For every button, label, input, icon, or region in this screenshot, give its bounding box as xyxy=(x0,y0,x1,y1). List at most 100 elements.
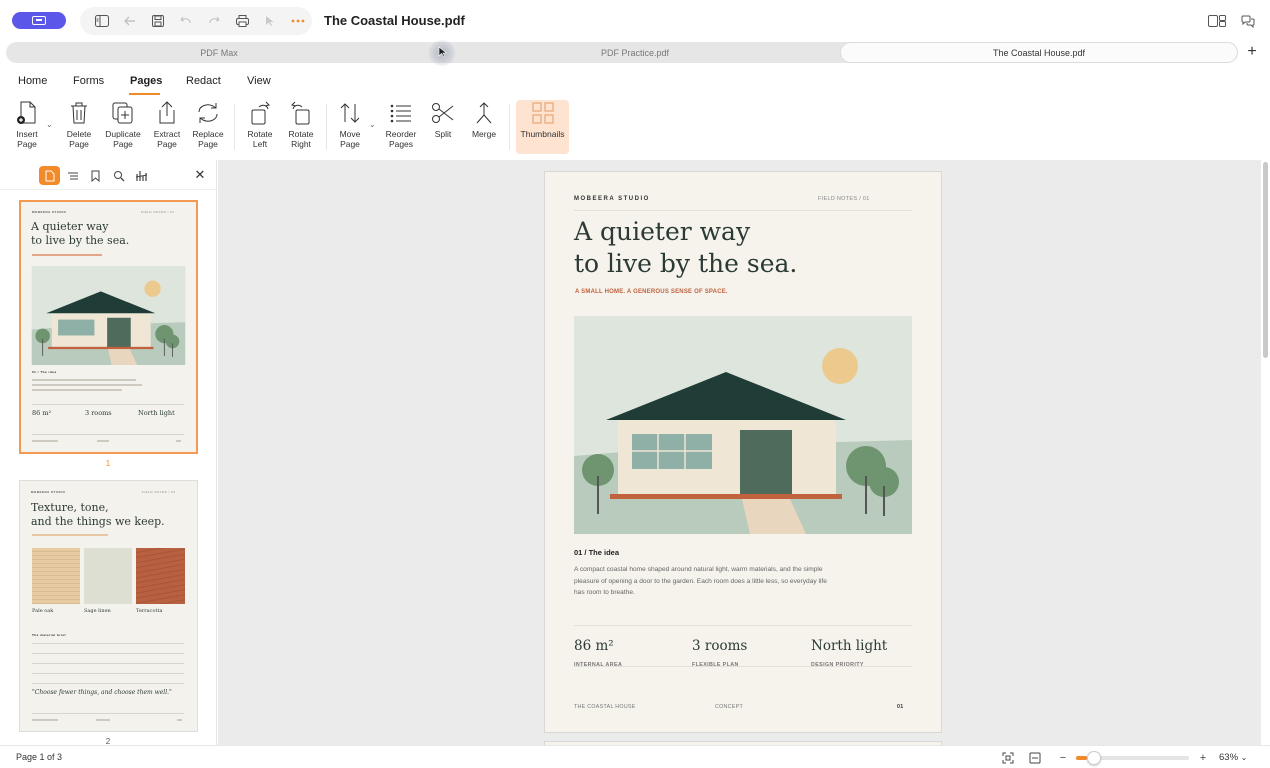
menu-view[interactable]: View xyxy=(247,75,271,87)
rotate-right-label: Rotate Right xyxy=(288,129,314,149)
thumb2-table-rule xyxy=(32,663,184,664)
thumb2-swatch-terracotta xyxy=(136,548,185,604)
document-viewport[interactable]: MOBEERA STUDIO FIELD NOTES / 01 A quiete… xyxy=(218,160,1261,745)
tab-pdf-max[interactable]: PDF Max xyxy=(6,42,432,63)
page-footer-left: THE COASTAL HOUSE xyxy=(574,704,636,710)
reorder-pages-button[interactable]: Reorder Pages xyxy=(384,98,418,149)
section-body: A compact coastal home shaped around nat… xyxy=(574,566,827,596)
pdf-page-1: MOBEERA STUDIO FIELD NOTES / 01 A quiete… xyxy=(544,171,942,733)
thumb1-body-line xyxy=(32,389,122,391)
menu-bar: Home Forms Pages Redact View xyxy=(0,68,1270,96)
rotate-right-button[interactable]: Rotate Right xyxy=(285,98,317,149)
fit-width-icon[interactable] xyxy=(1027,750,1043,765)
move-page-button[interactable]: Move Page xyxy=(334,98,366,149)
thumbnails-grid-icon xyxy=(528,98,558,128)
extract-page-button[interactable]: Extract Page xyxy=(151,98,183,149)
menu-redact[interactable]: Redact xyxy=(186,75,221,87)
duplicate-page-button[interactable]: Duplicate Page xyxy=(103,98,143,149)
zoom-slider-handle[interactable] xyxy=(1087,751,1102,765)
merge-icon xyxy=(469,98,499,128)
thumb2-title-line1: Texture, tone, xyxy=(31,501,109,514)
layout-switch-icon[interactable] xyxy=(1203,8,1231,34)
thumb1-body-line xyxy=(32,384,142,386)
stat-value: 3 rooms xyxy=(692,638,748,654)
delete-page-button[interactable]: Delete Page xyxy=(63,98,95,149)
split-button[interactable]: Split xyxy=(427,98,459,139)
ribbon-separator xyxy=(326,104,327,150)
page-indicator: Page 1 of 3 xyxy=(16,752,63,762)
menu-home[interactable]: Home xyxy=(18,75,47,87)
close-panel-icon[interactable]: ✕ xyxy=(192,167,208,183)
thumb2-footer-line xyxy=(96,719,110,721)
zoom-slider[interactable] xyxy=(1076,751,1189,765)
move-page-icon xyxy=(335,98,365,128)
rotate-left-button[interactable]: Rotate Left xyxy=(244,98,276,149)
stat-internal-area: 86 m² INTERNAL AREA xyxy=(574,638,622,668)
pages-ribbon: Insert Page ⌄ Delete Page Duplicate Page… xyxy=(0,98,1270,158)
thumb1-section: 01 / The idea xyxy=(32,370,57,374)
page-thumbnails-tab-icon[interactable] xyxy=(39,166,60,185)
zoom-level-dropdown[interactable]: 63% ⌄ xyxy=(1219,752,1247,763)
section-title: 01 / The idea xyxy=(574,548,620,557)
search-tab-icon[interactable] xyxy=(108,166,129,185)
page-footer-center: CONCEPT xyxy=(715,704,743,710)
thumb2-title: Texture, tone, and the things we keep. xyxy=(31,501,165,529)
thumb2-table-rule xyxy=(32,643,184,644)
sidebar-toggle-icon[interactable] xyxy=(88,7,116,35)
fit-page-icon[interactable] xyxy=(1000,750,1016,765)
thumb2-table-rule xyxy=(32,683,184,684)
thumb1-house-illustration xyxy=(31,266,186,365)
title-bar: The Coastal House.pdf xyxy=(0,0,1270,42)
zoom-out-icon[interactable]: − xyxy=(1055,750,1071,765)
pointer-icon[interactable] xyxy=(256,7,284,35)
thumb2-table-rule xyxy=(32,673,184,674)
tab-coastal-house[interactable]: The Coastal House.pdf xyxy=(840,42,1238,63)
insert-page-button[interactable]: Insert Page xyxy=(11,98,43,149)
duplicate-page-label: Duplicate Page xyxy=(105,129,141,149)
redo-icon[interactable] xyxy=(200,7,228,35)
chat-icon[interactable] xyxy=(1234,8,1262,34)
thumb2-header-right: FIELD NOTES / 02 xyxy=(142,490,176,494)
thumb2-table-rule xyxy=(32,653,184,654)
thumb2-subtitle-bar xyxy=(32,534,108,536)
move-page-dropdown-icon[interactable]: ⌄ xyxy=(369,120,376,129)
scrollbar-thumb[interactable] xyxy=(1263,162,1268,358)
thumb1-footer-line xyxy=(32,440,58,442)
thumb1-stat-area: 86 m² xyxy=(32,409,52,417)
tab-pdf-practice[interactable]: PDF Practice.pdf xyxy=(432,42,838,63)
save-icon[interactable] xyxy=(144,7,172,35)
menu-forms[interactable]: Forms xyxy=(73,75,104,87)
replace-page-button[interactable]: Replace Page xyxy=(191,98,225,149)
thumb2-swatch-label-linen: Sage linen xyxy=(84,608,111,614)
insert-page-dropdown-icon[interactable]: ⌄ xyxy=(46,120,53,129)
menu-pages[interactable]: Pages xyxy=(130,75,162,87)
thumb1-title: A quieter way to live by the sea. xyxy=(31,220,129,248)
app-menu-button[interactable] xyxy=(12,12,66,29)
zoom-level-value: 63% xyxy=(1219,752,1239,763)
page-thumbnail-2[interactable]: MOBEERA STUDIO FIELD NOTES / 02 Texture,… xyxy=(19,480,198,732)
thumb1-page-number: 1 xyxy=(105,459,111,468)
stat-label: FLEXIBLE PLAN xyxy=(692,662,739,668)
thumb1-body-line xyxy=(32,379,136,381)
rotate-left-label: Rotate Left xyxy=(247,129,273,149)
thumb2-swatch-label-oak: Pale oak xyxy=(32,608,54,614)
page-header-studio: MOBEERA STUDIO xyxy=(574,196,650,202)
back-arrow-icon[interactable] xyxy=(116,7,144,35)
thumbnails-button[interactable]: Thumbnails xyxy=(516,98,569,139)
replace-page-label: Replace Page xyxy=(192,129,224,149)
thumb1-subtitle-bar xyxy=(32,254,102,256)
stat-label: DESIGN PRIORITY xyxy=(811,662,864,668)
undo-icon[interactable] xyxy=(172,7,200,35)
page-thumbnail-1[interactable]: MOBEERA STUDIO FIELD NOTES / 01 A quiete… xyxy=(19,200,198,454)
vertical-scrollbar[interactable] xyxy=(1262,160,1270,745)
more-options-icon[interactable] xyxy=(284,7,312,35)
thumb2-swatch-label-terracotta: Terracotta xyxy=(136,608,163,614)
annotations-tab-icon[interactable] xyxy=(131,166,152,185)
new-tab-button[interactable]: + xyxy=(1243,43,1261,61)
zoom-in-icon[interactable]: + xyxy=(1195,750,1211,765)
merge-button[interactable]: Merge xyxy=(468,98,500,139)
outline-tab-icon[interactable] xyxy=(62,166,83,185)
bookmark-tab-icon[interactable] xyxy=(85,166,106,185)
ribbon-separator xyxy=(234,104,235,150)
print-icon[interactable] xyxy=(228,7,256,35)
